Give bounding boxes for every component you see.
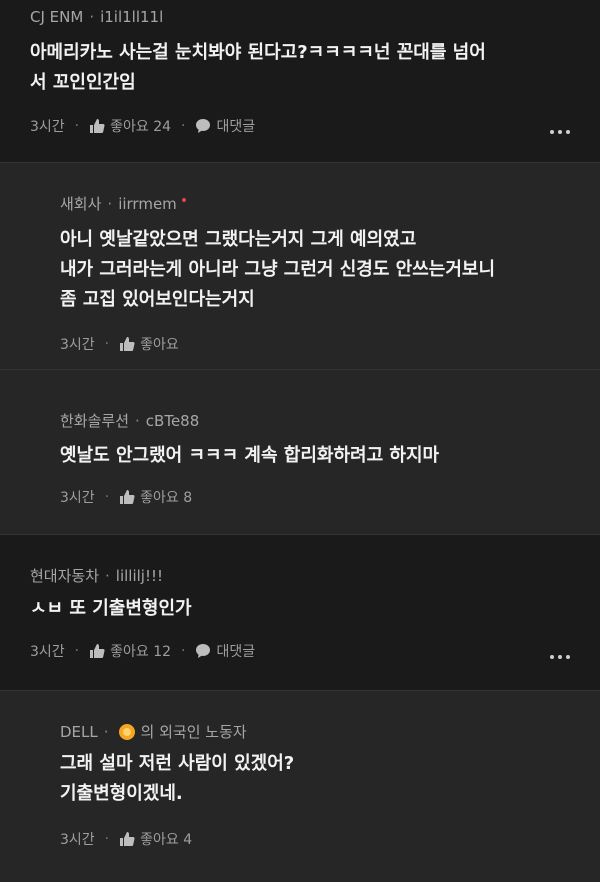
timestamp: 3시간 [60, 490, 95, 506]
comment-line: 옛날도 안그랬어 ㅋㅋㅋ 계속 합리화하려고 하지마 [60, 445, 440, 466]
comment-meta: 현대자동차 · lillilj!!! [30, 565, 163, 586]
comment-body: ㅅㅂ 또 기출변형인가 [30, 594, 192, 624]
comment-meta: 한화솔루션 · cBTe88 [60, 410, 199, 431]
comment-actions: 3시간 · 좋아요 24 · 대댓글 [30, 116, 255, 136]
comment-body: 옛날도 안그랬어 ㅋㅋㅋ 계속 합리화하려고 하지마 [60, 441, 439, 471]
comment-meta: CJ ENM · i1il1ll11l [30, 8, 163, 26]
comment-4: 현대자동차 · lillilj!!! ㅅㅂ 또 기출변형인가 3시간 · 좋아요… [0, 535, 600, 690]
action-separator: · [104, 336, 110, 352]
comment-body: 그래 설마 저런 사람이 있겠어? 기출변형이겠네. [60, 749, 294, 809]
speech-bubble-icon[interactable] [195, 643, 211, 659]
comment-line: 기출변형이겠네. [60, 783, 183, 804]
comment-line: ㅅㅂ 또 기출변형인가 [30, 598, 192, 619]
comment-body: 아메리카노 사는걸 눈치봐야 된다고?ㅋㅋㅋㅋ넌 꼰대를 넘어 서 꼬인인간임 [30, 38, 486, 98]
author-company[interactable]: 새회사 [60, 193, 101, 214]
author-company[interactable]: 현대자동차 [30, 565, 99, 586]
author-company[interactable]: CJ ENM [30, 8, 83, 26]
author-nickname[interactable]: i1il1ll11l [100, 8, 163, 26]
action-separator: · [74, 643, 80, 659]
action-separator: · [104, 831, 110, 847]
reply-button[interactable]: 대댓글 [216, 641, 255, 661]
comment-5: DELL · 의 외국인 노동자 그래 설마 저런 사람이 있겠어? 기출변형이… [0, 691, 600, 882]
author-nickname[interactable]: cBTe88 [146, 412, 199, 430]
more-options-icon[interactable] [550, 130, 570, 134]
thumbs-up-icon[interactable] [119, 489, 135, 505]
like-button[interactable]: 좋아요 [140, 334, 179, 354]
comment-body: 아니 옛날같았으면 그랬다는거지 그게 예의였고 내가 그러라는게 아니라 그냥… [60, 225, 495, 315]
timestamp: 3시간 [30, 644, 65, 660]
author-nickname[interactable]: lillilj!!! [116, 567, 163, 585]
comment-line: 그래 설마 저런 사람이 있겠어? [60, 753, 295, 774]
comment-line: 아메리카노 사는걸 눈치봐야 된다고?ㅋㅋㅋㅋ넌 꼰대를 넘어 [30, 42, 486, 63]
meta-separator: · [105, 566, 110, 585]
action-separator: · [74, 118, 80, 134]
thumbs-up-icon[interactable] [119, 336, 135, 352]
comment-actions: 3시간 · 좋아요 4 [60, 829, 192, 849]
comment-meta: DELL · 의 외국인 노동자 [60, 721, 247, 742]
thumbs-up-icon[interactable] [89, 118, 105, 134]
speech-bubble-icon[interactable] [195, 118, 211, 134]
reply-button[interactable]: 대댓글 [216, 116, 255, 136]
action-separator: · [181, 118, 186, 134]
new-indicator-icon [181, 197, 186, 202]
like-button[interactable]: 좋아요 12 [110, 641, 171, 661]
comment-meta: 새회사 · iirrmem [60, 193, 186, 214]
author-nickname[interactable]: iirrmem [118, 195, 177, 213]
comment-line: 좀 고집 있어보인다는거지 [60, 289, 255, 310]
comment-3: 한화솔루션 · cBTe88 옛날도 안그랬어 ㅋㅋㅋ 계속 합리화하려고 하지… [0, 370, 600, 534]
action-separator: · [104, 489, 110, 505]
like-button[interactable]: 좋아요 4 [140, 829, 192, 849]
author-company[interactable]: 한화솔루션 [60, 410, 129, 431]
timestamp: 3시간 [60, 337, 95, 353]
comment-line: 아니 옛날같았으면 그랬다는거지 그게 예의였고 [60, 229, 417, 250]
more-options-icon[interactable] [550, 655, 570, 659]
comment-line: 서 꼬인인간임 [30, 72, 136, 93]
comment-2: 새회사 · iirrmem 아니 옛날같았으면 그랬다는거지 그게 예의였고 내… [0, 163, 600, 369]
like-button[interactable]: 좋아요 24 [110, 116, 171, 136]
award-badge-icon [118, 723, 135, 740]
comment-actions: 3시간 · 좋아요 8 [60, 487, 192, 507]
timestamp: 3시간 [60, 832, 95, 848]
thumbs-up-icon[interactable] [89, 643, 105, 659]
comment-actions: 3시간 · 좋아요 12 · 대댓글 [30, 641, 255, 661]
action-separator: · [181, 643, 186, 659]
comment-line: 내가 그러라는게 아니라 그냥 그런거 신경도 안쓰는거보니 [60, 259, 496, 280]
timestamp: 3시간 [30, 119, 65, 135]
author-company[interactable]: DELL [60, 723, 98, 741]
meta-separator: · [89, 8, 95, 26]
author-title[interactable]: 의 외국인 노동자 [141, 721, 247, 742]
comment-1: CJ ENM · i1il1ll11l 아메리카노 사는걸 눈치봐야 된다고?ㅋ… [0, 0, 600, 162]
meta-separator: · [103, 722, 109, 741]
thumbs-up-icon[interactable] [119, 831, 135, 847]
like-button[interactable]: 좋아요 8 [140, 487, 192, 507]
meta-separator: · [107, 194, 113, 213]
meta-separator: · [135, 411, 140, 430]
comment-actions: 3시간 · 좋아요 [60, 334, 179, 354]
